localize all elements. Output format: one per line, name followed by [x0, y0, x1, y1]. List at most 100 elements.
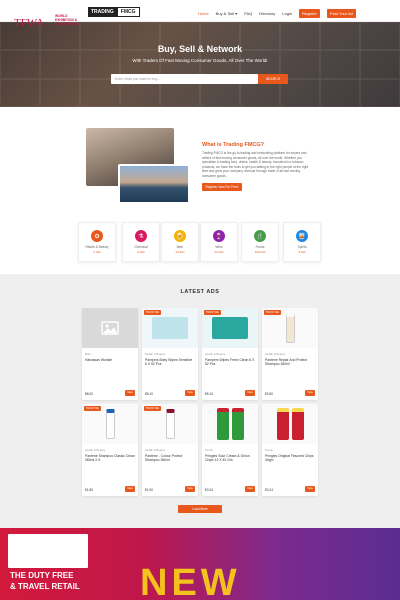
tfwa-logo-caption: WORLD EXHIBITION & CONFERENCE	[55, 14, 79, 26]
ad-title[interactable]: Pantene - Colour Protect Shampoo 360ml	[145, 454, 195, 463]
category-card[interactable]: 🥃 Spirits 5 Ads	[283, 222, 321, 262]
register-free-button[interactable]: Register Now For Free!	[202, 183, 242, 191]
view-ad-button[interactable]: View	[185, 390, 195, 396]
ad-card[interactable]: TRUST ME Health & Beauty Pampers Baby Wipe…	[142, 308, 198, 400]
category-name: Health & Beauty	[85, 245, 109, 249]
search-button[interactable]: SEARCH	[258, 74, 288, 84]
category-icon: 🍷	[213, 230, 225, 242]
category-icon: 🥃	[296, 230, 308, 242]
ad-card[interactable]: TRUST ME Health & Beauty Pampers Wipes Fre…	[202, 308, 258, 400]
ad-title[interactable]: Pantene Shampoo Classic Clean 360ml X 6	[85, 454, 135, 463]
view-ad-button[interactable]: View	[305, 486, 315, 492]
ad-price: €0.24	[205, 488, 213, 492]
ad-category: Foods	[265, 448, 273, 452]
category-count: 5 Ads	[298, 250, 306, 254]
category-name: Chemical	[134, 245, 148, 249]
trust-badge: TRUST ME	[264, 310, 281, 315]
category-count: 2 Ads	[93, 250, 101, 254]
ad-title[interactable]: Pampers Wipes Fresh Clean 6 X 52 Pcs	[205, 358, 255, 367]
ad-category: Foods	[205, 448, 213, 452]
hero-subtitle: With Traders Of Fast Moving Consumer Goo…	[132, 58, 268, 63]
view-ad-button[interactable]: View	[185, 486, 195, 492]
category-name: Beer	[176, 245, 184, 249]
view-ad-button[interactable]: View	[245, 390, 255, 396]
category-count: 120 Ads	[254, 250, 266, 254]
nav-home[interactable]: Home	[198, 11, 209, 16]
trust-badge: TRUST ME	[84, 406, 101, 411]
ad-image	[262, 404, 318, 444]
view-ad-button[interactable]: View	[125, 486, 135, 492]
page: TRADING FMCG Home Buy & Sell ▾ FAQ Direc…	[0, 0, 400, 600]
ad-card[interactable]: TRUST ME Health & Beauty Pantene - Colour …	[142, 404, 198, 496]
ad-category: Bath	[85, 352, 91, 356]
ad-price: €1.90	[145, 488, 153, 492]
trust-badge: TRUST ME	[144, 310, 161, 315]
category-count: 6 Ads	[137, 250, 145, 254]
ad-category: Health & Beauty	[265, 352, 286, 356]
banner-tagline-line-1: THE DUTY FREE	[10, 571, 74, 580]
category-icon: ⚗	[135, 230, 147, 242]
nav-login[interactable]: Login	[282, 11, 292, 16]
ad-card[interactable]: TRUST ME Health & Beauty Pantene Shampoo C…	[82, 404, 138, 496]
category-card[interactable]: 🍷 Wine 22 Ads	[200, 222, 238, 262]
ad-card[interactable]: Foods Pringles Original Flavored Chips 40…	[262, 404, 318, 496]
logo-part-1: TRADING	[88, 7, 117, 17]
site-logo[interactable]: TRADING FMCG	[88, 7, 140, 17]
category-name: Foods	[255, 245, 265, 249]
load-more-button[interactable]: Load More	[178, 505, 222, 513]
category-card[interactable]: 🍴 Foods 120 Ads	[241, 222, 279, 262]
register-button[interactable]: Register	[299, 9, 320, 18]
about-text: Trading FMCG is the go-to trading and ne…	[202, 151, 309, 178]
category-name: Wine	[215, 245, 223, 249]
banner-tagline-line-2: & TRAVEL RETAIL	[10, 582, 80, 591]
category-icon: 🍺	[174, 230, 186, 242]
ad-category: Health & Beauty	[145, 448, 166, 452]
ad-price: €8.10	[145, 392, 153, 396]
nav-directory[interactable]: Directory	[259, 11, 275, 16]
ad-card[interactable]: Bath Halvaisan Wonkel $8.00 View	[82, 308, 138, 400]
banner-new-word: NEW	[140, 562, 241, 600]
ad-title[interactable]: Pantene Repair And Protect Shampoo 360ml	[265, 358, 315, 367]
ad-card[interactable]: Foods Pringles Sour Cream & Onion Chips 1…	[202, 404, 258, 496]
about-title: What is Trading FMCG?	[202, 142, 265, 148]
category-card[interactable]: ✿ Health & Beauty 2 Ads	[78, 222, 116, 262]
category-icon: 🍴	[254, 230, 266, 242]
ad-price: €0.24	[265, 488, 273, 492]
trust-badge: TRUST ME	[144, 406, 161, 411]
ad-title[interactable]: Halvaisan Wonkel	[85, 358, 135, 362]
ad-title[interactable]: Pringles Original Flavored Chips 40gm	[265, 454, 315, 463]
view-ad-button[interactable]: View	[125, 390, 135, 396]
hero-title: Buy, Sell & Network	[157, 44, 243, 54]
post-ad-button[interactable]: Post Your Ad	[326, 9, 356, 18]
category-name: Spirits	[297, 245, 307, 249]
nav-buy-sell[interactable]: Buy & Sell ▾	[216, 11, 238, 16]
category-count: 22 Ads	[214, 250, 224, 254]
banner-tagline: THE DUTY FREE & TRAVEL RETAIL	[10, 570, 80, 592]
ad-price: €1.80	[85, 488, 93, 492]
category-count: 14 Ads	[175, 250, 185, 254]
ad-category: Health & Beauty	[205, 352, 226, 356]
ad-price: €2.80	[265, 392, 273, 396]
logo-part-2: FMCG	[116, 7, 140, 17]
ad-card[interactable]: TRUST ME Health & Beauty Pantene Repair An…	[262, 308, 318, 400]
ad-price: $8.00	[85, 392, 93, 396]
ad-title[interactable]: Pringles Sour Cream & Onion Chips 12 X 4…	[205, 454, 255, 463]
ad-category: Health & Beauty	[85, 448, 106, 452]
ad-price: €8.10	[205, 392, 213, 396]
tfwa-logo: TFWA	[14, 17, 44, 29]
ad-title[interactable]: Pampers Baby Wipes Sensitive 6 X 52 Pcs	[145, 358, 195, 367]
view-ad-button[interactable]: View	[305, 390, 315, 396]
ad-category: Health & Beauty	[145, 352, 166, 356]
hero-banner: Buy, Sell & Network With Traders Of Fast…	[0, 22, 400, 107]
about-image-ship	[118, 164, 190, 204]
view-ad-button[interactable]: View	[245, 486, 255, 492]
ad-image-placeholder	[82, 308, 138, 348]
ad-image	[202, 404, 258, 444]
tfwa-logo-box	[8, 534, 88, 568]
category-card[interactable]: ⚗ Chemical 6 Ads	[122, 222, 160, 262]
nav-faq[interactable]: FAQ	[244, 11, 252, 16]
category-icon: ✿	[91, 230, 103, 242]
search-input[interactable]: Enter what you want to buy...	[111, 74, 258, 84]
category-card[interactable]: 🍺 Beer 14 Ads	[161, 222, 199, 262]
latest-ads-title: LATEST ADS	[180, 289, 220, 295]
